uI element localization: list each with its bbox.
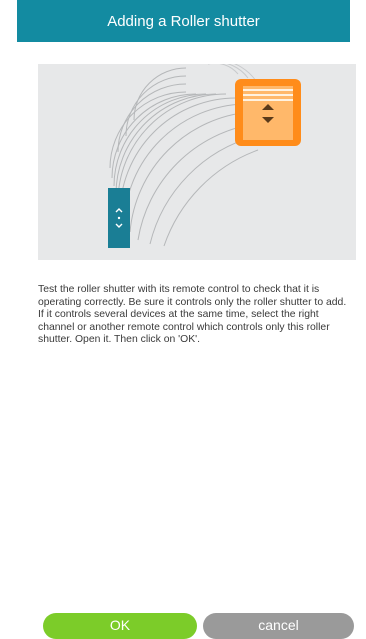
page-title: Adding a Roller shutter	[107, 12, 260, 30]
pairing-illustration	[38, 64, 356, 260]
remote-control-icon	[108, 188, 130, 248]
instructions-text: Test the roller shutter with its remote …	[38, 284, 347, 346]
ok-button[interactable]: OK	[43, 613, 197, 639]
cancel-button[interactable]: cancel	[203, 613, 354, 639]
page-header: Adding a Roller shutter	[17, 0, 350, 42]
